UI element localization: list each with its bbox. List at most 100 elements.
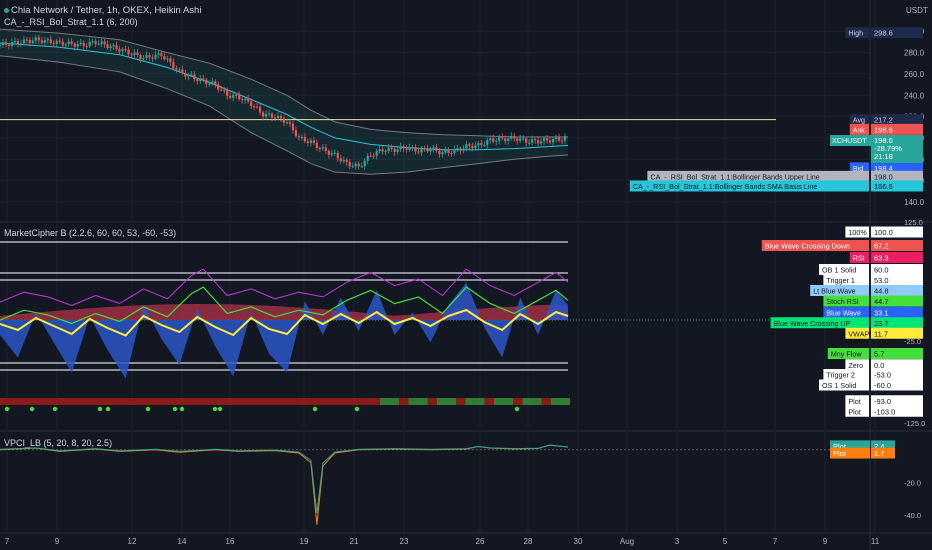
price-tag-name: High bbox=[848, 29, 863, 38]
candle-body bbox=[241, 99, 244, 101]
indicator-strategy-title[interactable]: CA_-_RSI_Bol_Strat_1.1 (6, 200) bbox=[4, 17, 138, 27]
candle-body bbox=[408, 147, 411, 150]
candle-body bbox=[312, 140, 315, 143]
candle-body bbox=[196, 79, 199, 82]
candle-body bbox=[79, 42, 82, 45]
price-tag-value: -53.0 bbox=[874, 371, 891, 380]
candle-body bbox=[498, 137, 501, 141]
candle-body bbox=[324, 147, 327, 151]
candle-body bbox=[315, 142, 318, 149]
candle-body bbox=[181, 69, 184, 74]
candle-body bbox=[300, 136, 304, 138]
price-tag-value: 186.6 bbox=[874, 182, 893, 191]
candle-body bbox=[321, 147, 324, 149]
candle-body bbox=[450, 153, 453, 155]
candle-body bbox=[109, 46, 112, 48]
candle-body bbox=[178, 69, 181, 71]
candle-body bbox=[61, 41, 64, 46]
money-flow-strip-segment bbox=[484, 398, 494, 405]
candle-body bbox=[423, 148, 426, 150]
candle-body bbox=[414, 147, 417, 152]
indicator-price-tag: VWAP 11.7 bbox=[845, 327, 923, 339]
price-tag-name: Stoch RSI bbox=[826, 297, 858, 306]
candle-body bbox=[294, 130, 298, 137]
money-flow-strip-segment bbox=[294, 398, 304, 405]
candle-body bbox=[471, 145, 474, 149]
indicator-price-tag: Stoch RSI 44.7 bbox=[823, 295, 923, 307]
candle-body bbox=[492, 138, 495, 142]
indicator-price-tag: RSI 63.3 bbox=[849, 252, 923, 263]
x-tick-label: 12 bbox=[128, 537, 137, 546]
candle-body bbox=[495, 140, 498, 142]
y-tick-label: -125.0 bbox=[904, 419, 925, 428]
vpci-line bbox=[0, 444, 569, 525]
money-flow-strip-segment bbox=[285, 398, 295, 405]
currency-label: USDT bbox=[906, 6, 928, 15]
price-tag-name: VWAP bbox=[848, 329, 869, 338]
candle-body bbox=[0, 45, 2, 47]
price-tag-value: 198.0 bbox=[874, 172, 893, 181]
vpci-signal-line bbox=[0, 444, 569, 514]
candle-body bbox=[327, 150, 330, 155]
candle-body bbox=[560, 140, 564, 142]
candle-body bbox=[342, 159, 345, 162]
candle-body bbox=[539, 141, 543, 144]
money-flow-strip-segment bbox=[228, 398, 238, 405]
candle-body bbox=[417, 151, 420, 153]
price-tag-value: 23.7 bbox=[874, 319, 889, 328]
candle-body bbox=[10, 42, 14, 46]
candle-body bbox=[154, 54, 157, 59]
indicator-marketcipher-title[interactable]: MarketCipher B (2.2.6, 60, 60, 53, -60, … bbox=[4, 228, 176, 238]
candle-body bbox=[118, 49, 121, 52]
x-tick-label: 16 bbox=[226, 537, 235, 546]
candle-body bbox=[151, 57, 154, 59]
candle-body bbox=[537, 140, 540, 144]
candle-body bbox=[336, 152, 339, 159]
money-flow-strip-segment bbox=[494, 398, 504, 405]
indicator-price-tag: Trigger 2 -53.0 bbox=[823, 369, 923, 380]
candle-body bbox=[384, 151, 387, 153]
candle-body bbox=[220, 89, 223, 91]
y-tick-label: 240.0 bbox=[904, 91, 925, 100]
candle-body bbox=[58, 40, 61, 42]
candle-body bbox=[459, 148, 462, 151]
candle-body bbox=[375, 151, 378, 156]
chart-canvas[interactable]: 79121416192123262830Aug357911300.0280.02… bbox=[0, 0, 932, 550]
candle-body bbox=[504, 138, 507, 142]
candle-body bbox=[279, 115, 283, 119]
price-tag-name: Trigger 2 bbox=[826, 371, 855, 380]
y-tick-label: 140.0 bbox=[904, 198, 925, 207]
candle-body bbox=[441, 152, 444, 155]
money-flow-strip-segment bbox=[437, 398, 447, 405]
candle-body bbox=[411, 147, 414, 149]
candle-body bbox=[360, 166, 363, 168]
candle-body bbox=[306, 141, 310, 143]
money-flow-strip-segment bbox=[237, 398, 247, 405]
price-tag-value: -93.0 bbox=[874, 397, 891, 406]
money-flow-strip-segment bbox=[47, 398, 57, 405]
main-price-tag: CA_-_RSI_Bol_Strat_1.1:Bollinger Bands U… bbox=[647, 170, 923, 182]
money-flow-strip-segment bbox=[323, 398, 333, 405]
y-tick-label: 125.0 bbox=[904, 218, 923, 227]
price-tag-name: CA_-_RSI_Bol_Strat_1.1:Bollinger Bands U… bbox=[650, 172, 819, 181]
candle-body bbox=[276, 115, 280, 119]
candle-body bbox=[435, 147, 438, 151]
candle-body bbox=[238, 95, 241, 100]
price-tag-name: CA_-_RSI_Bol_Strat_1.1:Bollinger Bands S… bbox=[633, 182, 818, 191]
candle-body bbox=[91, 41, 94, 43]
candle-body bbox=[172, 62, 175, 69]
candle-body bbox=[273, 117, 277, 119]
candle-body bbox=[88, 41, 91, 47]
candle-body bbox=[31, 40, 34, 43]
candle-body bbox=[363, 160, 366, 167]
candle-body bbox=[402, 146, 405, 149]
indicator-price-tag: OS 1 Solid -60.0 bbox=[819, 379, 923, 391]
money-flow-strip-segment bbox=[446, 398, 456, 405]
candle-body bbox=[202, 78, 205, 80]
indicator-price-tag: Blue Wave Crossing UP 23.7 bbox=[770, 317, 923, 329]
candle-body bbox=[67, 41, 70, 45]
y-tick-label: 280.0 bbox=[904, 49, 925, 58]
money-flow-strip-segment bbox=[0, 398, 10, 405]
indicator-vpci-title[interactable]: VPCI_LB (5, 20, 8, 20, 2.5) bbox=[4, 438, 112, 448]
candle-body bbox=[285, 122, 289, 124]
